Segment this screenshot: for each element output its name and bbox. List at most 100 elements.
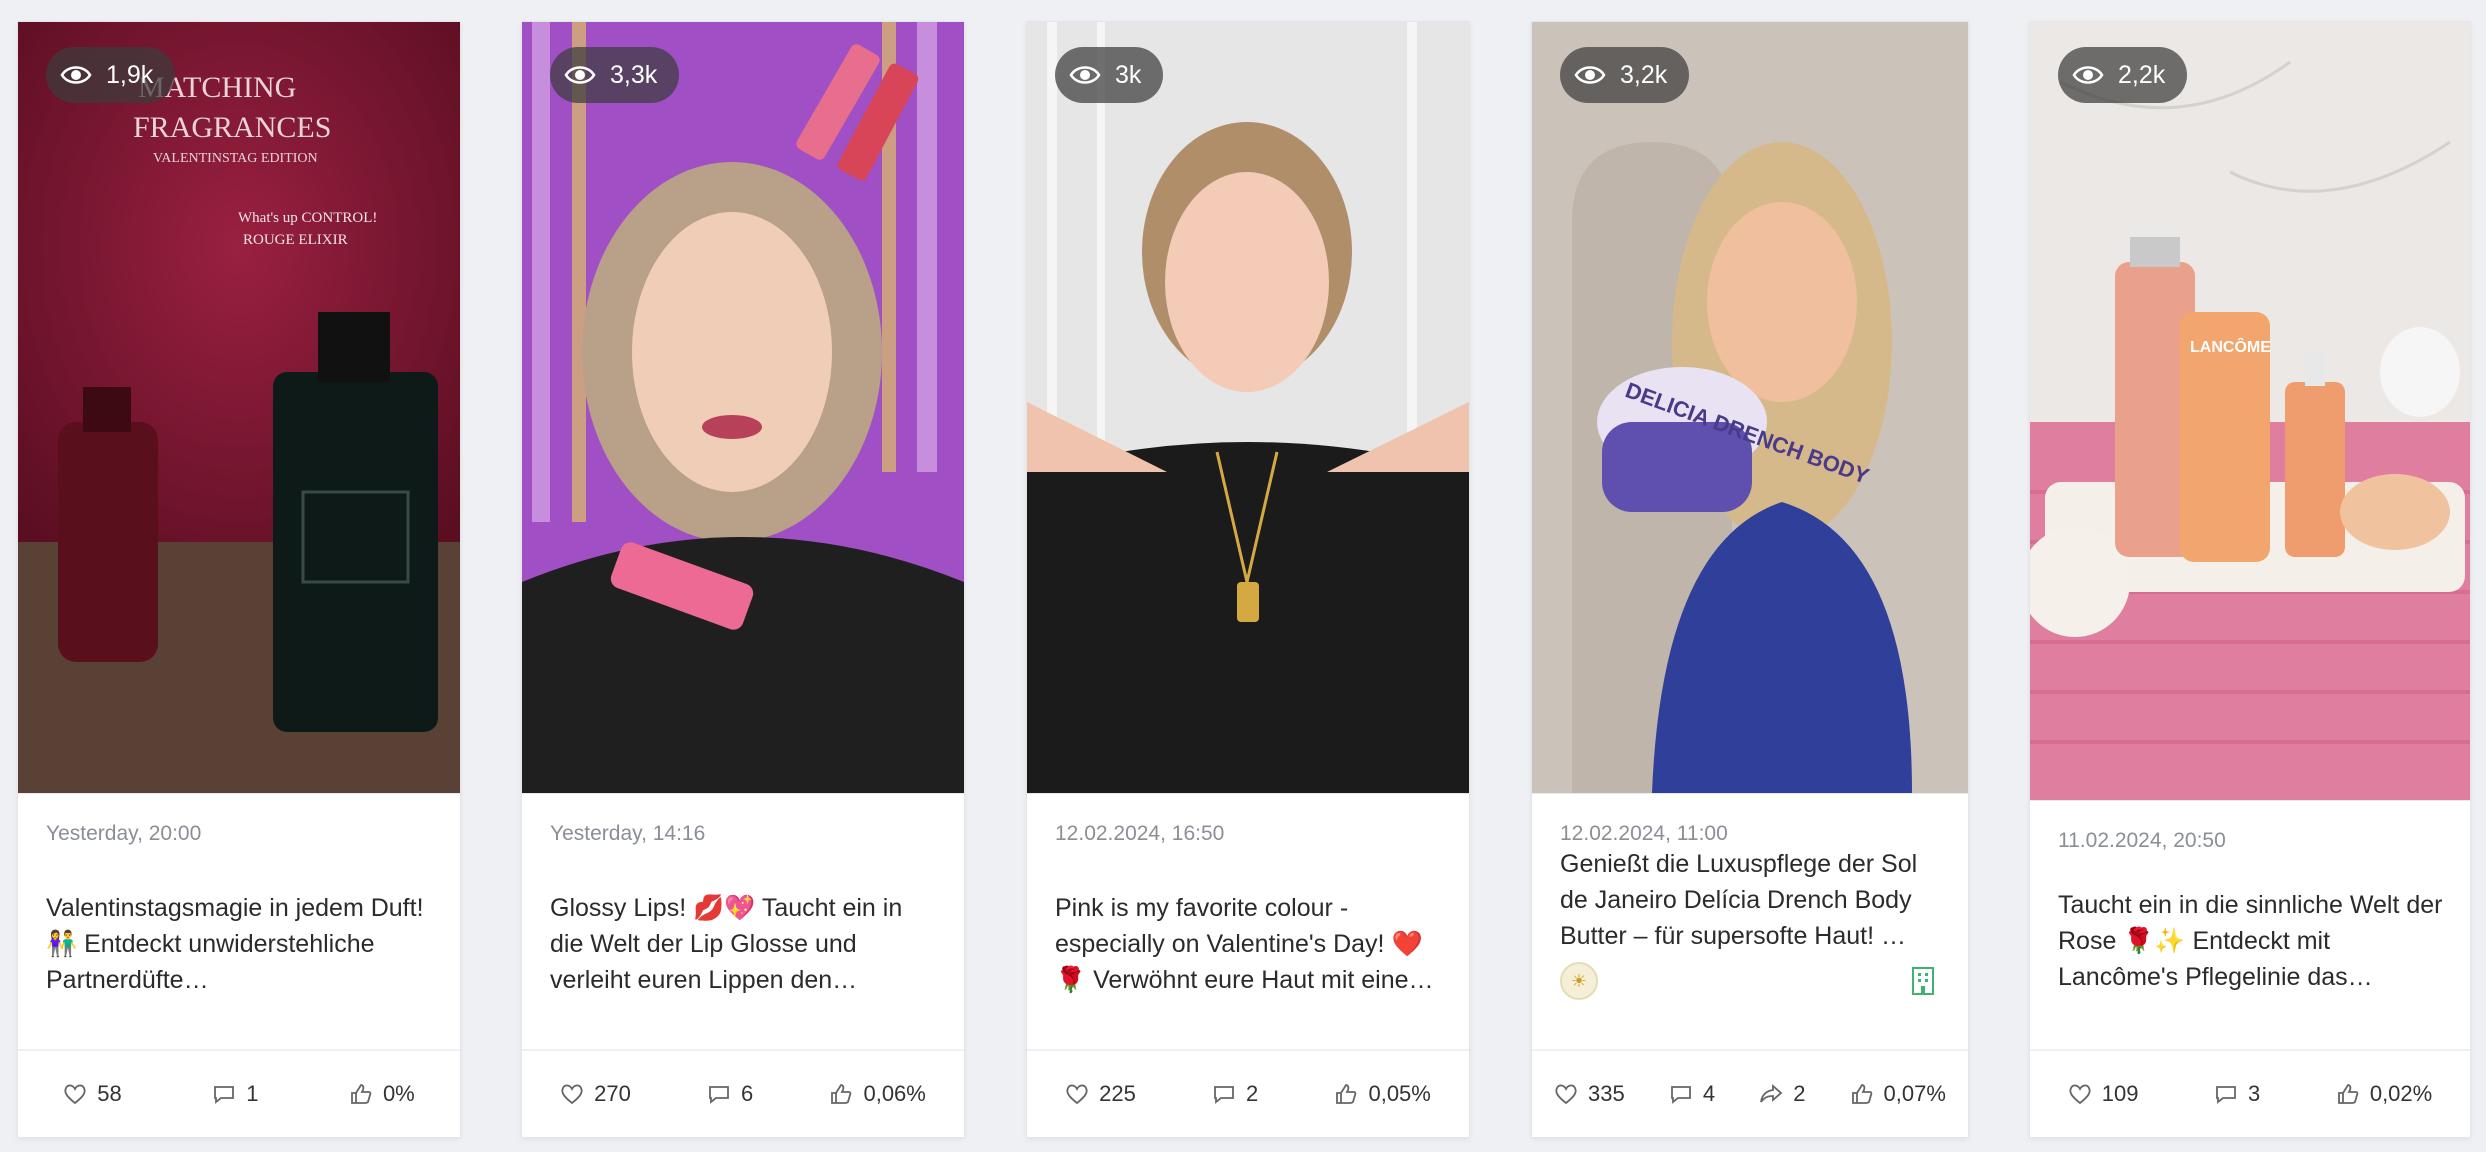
likes-stat: 58 <box>63 1081 122 1107</box>
views-badge: 1,9k <box>46 47 176 103</box>
post-card[interactable]: LANCÔME 2,2k 11.02.2024, 20:50 Taucht ei… <box>2030 22 2470 1137</box>
engagement-rate: 0,06% <box>863 1081 926 1106</box>
post-meta: 12.02.2024, 11:00 Genießt die Luxuspfleg… <box>1532 793 1968 1048</box>
views-badge: 3,2k <box>1560 47 1690 103</box>
post-thumbnail[interactable]: MATCHING FRAGRANCES VALENTINSTAG EDITION… <box>18 22 460 793</box>
views-count: 3,3k <box>610 60 658 89</box>
heart-icon <box>64 1084 86 1105</box>
post-image <box>1027 22 1469 793</box>
post-image: DELICIA DRENCH BODY <box>1532 22 1968 793</box>
post-stats: 109 3 0,02% <box>2030 1049 2470 1137</box>
heart-icon <box>561 1084 583 1105</box>
heart-icon <box>1066 1084 1088 1105</box>
post-stats: 225 2 0,05% <box>1027 1049 1469 1137</box>
post-image <box>522 22 964 793</box>
likes-count: 109 <box>2101 1081 2139 1106</box>
engagement-stat: 0% <box>349 1081 415 1107</box>
post-date: 12.02.2024, 16:50 <box>1055 822 1225 845</box>
comments-count: 1 <box>246 1081 259 1106</box>
posts-grid: MATCHING FRAGRANCES VALENTINSTAG EDITION… <box>0 0 2486 1152</box>
post-thumbnail[interactable]: LANCÔME 2,2k <box>2030 22 2470 800</box>
image-text: FRAGRANCES <box>133 111 331 144</box>
thumbs-up-icon <box>831 1084 852 1104</box>
heart-icon <box>2069 1084 2091 1105</box>
image-text: What's up CONTROL! <box>238 210 377 226</box>
post-date: Yesterday, 20:00 <box>46 822 202 845</box>
engagement-rate: 0,05% <box>1368 1081 1431 1106</box>
engagement-rate: 0,02% <box>2369 1081 2433 1106</box>
comments-stat: 3 <box>2214 1081 2260 1107</box>
building-icon[interactable] <box>1910 966 1936 996</box>
post-meta: Yesterday, 20:00 Valentinstagsmagie in j… <box>18 793 460 1048</box>
post-caption[interactable]: Genießt die Luxuspflege der Sol de Janei… <box>1560 846 1946 954</box>
views-count: 2,2k <box>2118 60 2166 89</box>
post-date: 12.02.2024, 11:00 <box>1560 822 1728 845</box>
views-badge: 3,3k <box>550 47 680 103</box>
thumbs-up-icon <box>2337 1084 2359 1104</box>
thumbs-up-icon <box>351 1084 372 1104</box>
eye-icon <box>60 66 92 84</box>
engagement-rate: 0,07% <box>1883 1081 1946 1106</box>
post-date: 11.02.2024, 20:50 <box>2058 829 2226 852</box>
eye-icon <box>2072 66 2104 84</box>
likes-count: 335 <box>1588 1081 1625 1106</box>
post-thumbnail[interactable]: 3,3k <box>522 22 964 793</box>
shares-stat: 2 <box>1759 1081 1805 1107</box>
image-text: ROUGE ELIXIR <box>243 232 348 248</box>
post-card[interactable]: DELICIA DRENCH BODY 3,2k 12.02.2024, 11:… <box>1532 22 1968 1137</box>
post-thumbnail[interactable]: 3k <box>1027 22 1469 793</box>
post-image: MATCHING FRAGRANCES VALENTINSTAG EDITION… <box>18 22 460 793</box>
comments-stat: 2 <box>1212 1081 1258 1107</box>
post-card[interactable]: MATCHING FRAGRANCES VALENTINSTAG EDITION… <box>18 22 460 1137</box>
thumbs-up-icon <box>1851 1084 1872 1104</box>
post-meta: Yesterday, 14:16 Glossy Lips! 💋💖 Taucht … <box>522 793 964 1048</box>
post-meta: 12.02.2024, 16:50 Pink is my favorite co… <box>1027 793 1469 1048</box>
eye-icon <box>1574 66 1606 84</box>
comment-icon <box>1670 1086 1691 1104</box>
views-count: 1,9k <box>106 60 154 89</box>
likes-stat: 335 <box>1554 1081 1625 1107</box>
comment-icon <box>1214 1086 1234 1104</box>
comments-stat: 4 <box>1669 1081 1715 1107</box>
eye-icon <box>1069 66 1101 84</box>
comments-count: 3 <box>2248 1081 2261 1106</box>
views-badge: 3k <box>1055 47 1164 103</box>
post-image: LANCÔME <box>2030 22 2470 800</box>
engagement-stat: 0,06% <box>829 1081 926 1107</box>
likes-stat: 225 <box>1065 1081 1136 1107</box>
views-badge: 2,2k <box>2058 47 2188 103</box>
comment-icon <box>2216 1086 2236 1104</box>
comment-icon <box>709 1086 729 1104</box>
comments-count: 2 <box>1246 1081 1259 1106</box>
likes-stat: 109 <box>2068 1081 2139 1107</box>
views-count: 3,2k <box>1620 60 1668 89</box>
comments-stat: 6 <box>707 1081 753 1107</box>
likes-count: 58 <box>97 1081 122 1106</box>
image-text: VALENTINSTAG EDITION <box>153 151 318 166</box>
post-stats: 335 4 2 0,07% <box>1532 1049 1968 1137</box>
post-card[interactable]: 3,3k Yesterday, 14:16 Glossy Lips! 💋💖 Ta… <box>522 22 964 1137</box>
post-caption[interactable]: Glossy Lips! 💋💖 Taucht ein in die Welt d… <box>550 890 942 998</box>
post-caption[interactable]: Pink is my favorite colour - especially … <box>1055 890 1447 998</box>
post-card[interactable]: 3k 12.02.2024, 16:50 Pink is my favorite… <box>1027 22 1469 1137</box>
comments-count: 6 <box>741 1081 754 1106</box>
shares-count: 2 <box>1793 1081 1806 1106</box>
engagement-stat: 0,02% <box>2336 1081 2432 1107</box>
post-caption[interactable]: Taucht ein in die sinnliche Welt der Ros… <box>2058 887 2448 995</box>
views-count: 3k <box>1115 60 1142 89</box>
engagement-stat: 0,05% <box>1334 1081 1431 1107</box>
eye-icon <box>564 66 596 84</box>
brand-avatar[interactable]: ☀ <box>1560 962 1598 1000</box>
thumbs-up-icon <box>1336 1084 1357 1104</box>
share-icon <box>1760 1084 1783 1103</box>
post-caption[interactable]: Valentinstagsmagie in jedem Duft! 👫 Entd… <box>46 890 438 998</box>
comments-count: 4 <box>1702 1081 1716 1106</box>
post-thumbnail[interactable]: DELICIA DRENCH BODY 3,2k <box>1532 22 1968 793</box>
post-meta: 11.02.2024, 20:50 Taucht ein in die sinn… <box>2030 800 2470 1048</box>
comments-stat: 1 <box>212 1081 258 1107</box>
likes-count: 225 <box>1099 1081 1136 1106</box>
comment-icon <box>214 1086 235 1104</box>
engagement-stat: 0,07% <box>1850 1081 1946 1107</box>
post-stats: 270 6 0,06% <box>522 1049 964 1137</box>
engagement-rate: 0% <box>382 1081 415 1106</box>
